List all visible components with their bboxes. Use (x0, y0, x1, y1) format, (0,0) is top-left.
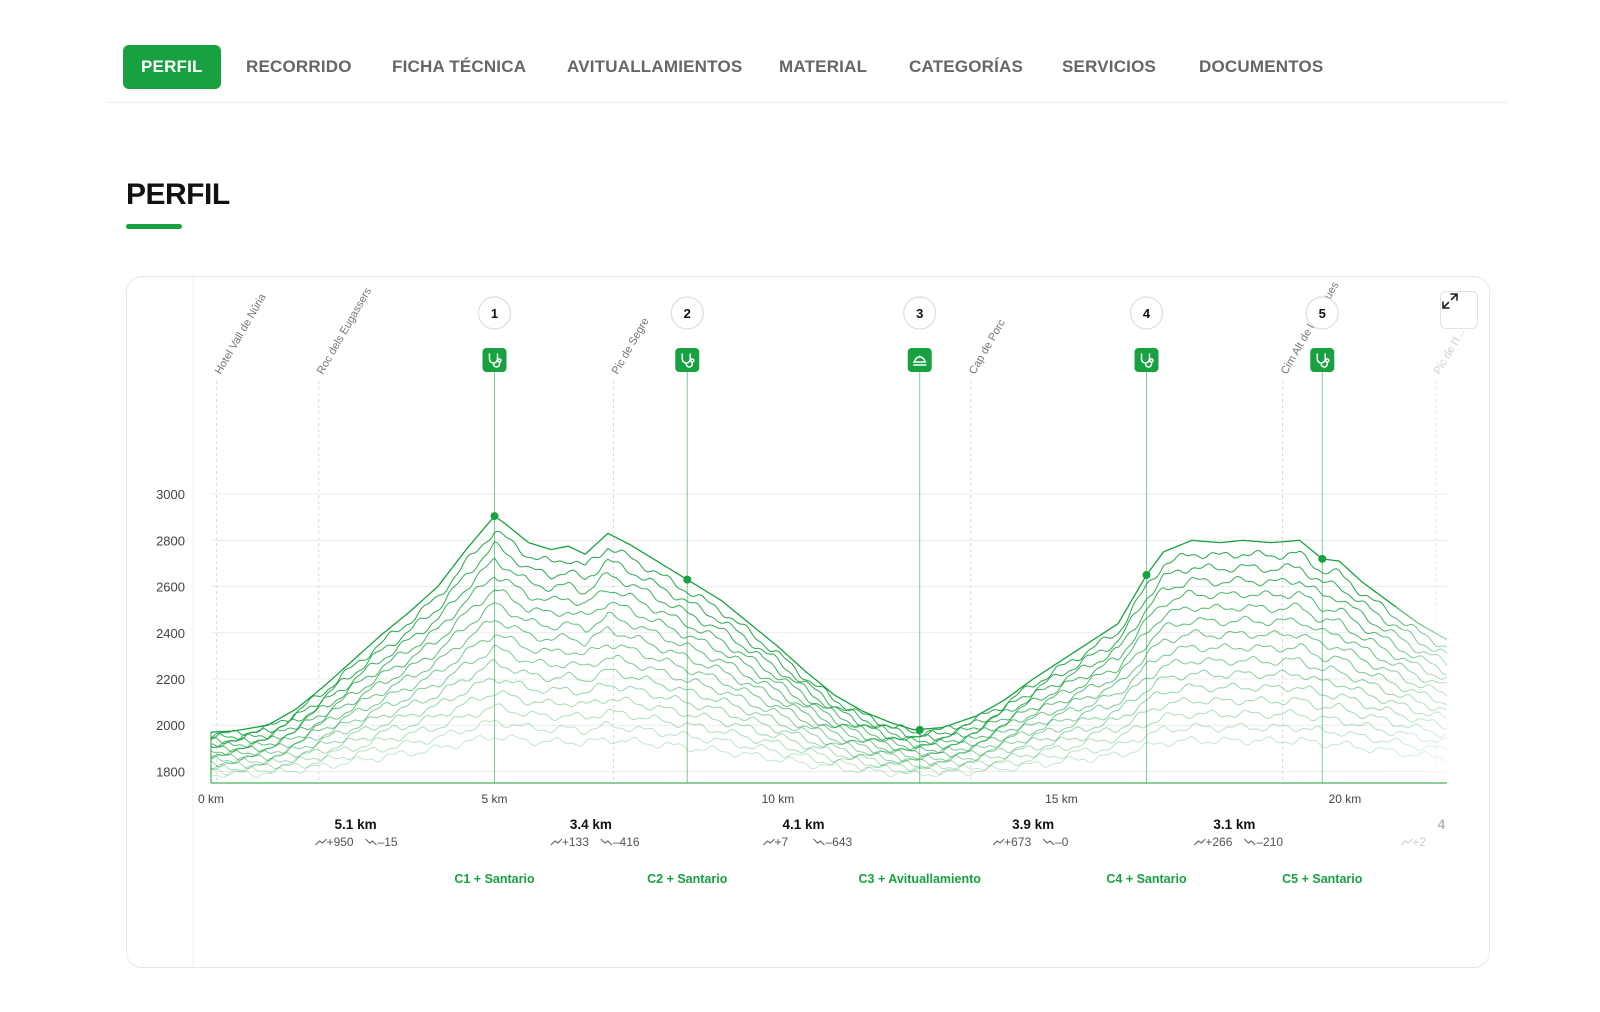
checkpoint-number: 2 (684, 306, 691, 321)
ascent-icon (315, 838, 327, 846)
segment-ascent: +7 (774, 835, 788, 849)
title-underline (126, 224, 182, 229)
checkpoint-icon-badge (1134, 348, 1159, 372)
segment-stat: 4.1 km +7 –643 (763, 817, 853, 849)
segment-descent: –416 (613, 835, 640, 849)
segment-descent: –643 (825, 835, 852, 849)
checkpoints: 1 C1 + Santario 2 C2 + Santario 3 C3 + Avitua… (454, 296, 1363, 886)
checkpoint-label: C4 + Santario (1106, 872, 1187, 886)
y-tick-label: 2600 (156, 580, 185, 595)
tab-documentos[interactable]: DOCUMENTOS (1199, 45, 1323, 89)
descent-icon (1244, 838, 1256, 846)
checkpoint-label: C3 + Avituallamiento (859, 872, 982, 886)
y-tick-label: 1800 (156, 764, 185, 779)
segment-distance: 3.1 km (1213, 817, 1255, 832)
descent-icon (600, 838, 613, 846)
elevation-ridge-line (210, 589, 1448, 749)
x-tick-label: 5 km (481, 792, 507, 806)
elevation-ridge-line (210, 515, 1448, 733)
segment-distance: 3.9 km (1012, 817, 1054, 832)
segment-ascent: +950 (327, 835, 354, 849)
checkpoint-icon-badge (675, 348, 700, 372)
waypoint-labels: Hotel Vall de Núria Roc dels Eugassers Pic… (213, 280, 1468, 377)
tab-avituallamientos[interactable]: AVITUALLAMIENTOS (567, 45, 742, 89)
page-title: PERFIL (126, 178, 230, 211)
elevation-ridge-line (210, 644, 1448, 761)
checkpoint-marker (915, 725, 924, 734)
checkpoint-icon-badge (1310, 348, 1335, 372)
y-tick-label: 2000 (156, 718, 185, 733)
y-tick-label: 3000 (156, 487, 185, 502)
descent-icon (1042, 838, 1055, 846)
elevation-ridge-line (210, 540, 1448, 741)
ascent-icon (1400, 838, 1413, 846)
tab-categorias[interactable]: CATEGORÍAS (909, 45, 1023, 89)
elevation-ridges (210, 515, 1448, 783)
checkpoint-label: C1 + Santario (454, 872, 535, 886)
tab-material[interactable]: MATERIAL (779, 45, 867, 89)
checkpoint-marker (490, 512, 499, 521)
ascent-icon (763, 838, 775, 846)
waypoint-label: Roc dels Eugassers (315, 285, 375, 376)
segment-ascent: +2 (1412, 835, 1426, 849)
segment-distance: 4.1 km (782, 817, 824, 832)
ascent-icon (550, 838, 563, 846)
descent-icon (813, 838, 825, 846)
y-tick-label: 2400 (156, 626, 185, 641)
segment-distance: 4 (1438, 817, 1446, 832)
y-tick-label: 2200 (156, 672, 185, 687)
segment-stat: 3.1 km +266 –210 (1194, 817, 1283, 849)
checkpoint-number: 1 (491, 306, 498, 321)
segment-ascent: +673 (1004, 835, 1031, 849)
segment-stat: 5.1 km +950 –15 (315, 817, 398, 849)
segment-distance: 3.4 km (570, 817, 612, 832)
elevation-ridge-line (210, 620, 1448, 756)
segment-descent: –0 (1055, 835, 1069, 849)
x-axis: 0 km 5 km 10 km 15 km 20 km (198, 792, 1361, 806)
x-tick-label: 20 km (1329, 792, 1362, 806)
right-fade (1367, 607, 1489, 797)
checkpoint-label: C5 + Santario (1282, 872, 1363, 886)
checkpoint-marker (1318, 554, 1327, 563)
segment-ascent: +133 (562, 835, 589, 849)
y-axis: 1800 2000 2200 2400 2600 2800 3000 (156, 487, 185, 779)
tab-perfil[interactable]: PERFIL (123, 45, 221, 89)
segment-stats: 5.1 km +950 –15 3.4 km +133 –416 4.1 km +7 –643 3… (315, 817, 1446, 849)
tab-servicios[interactable]: SERVICIOS (1062, 45, 1156, 89)
checkpoint-icon-badge (482, 348, 507, 372)
checkpoint-number: 5 (1319, 306, 1326, 321)
segment-ascent: +266 (1205, 835, 1232, 849)
checkpoint-icon-badge (907, 348, 932, 372)
waypoint-label: Cap de Porc (967, 317, 1008, 376)
checkpoint-number: 4 (1143, 306, 1151, 321)
descent-icon (365, 838, 377, 846)
section-tabs: PERFIL RECORRIDO FICHA TÉCNICA AVITUALLA… (107, 44, 1507, 103)
checkpoint-marker (1142, 571, 1151, 579)
segment-descent: –210 (1256, 835, 1283, 849)
ascent-icon (992, 838, 1005, 846)
x-tick-label: 0 km (198, 792, 224, 806)
waypoint-label: Pic de Segre (610, 316, 652, 377)
checkpoint-marker (683, 575, 692, 584)
elevation-profile-chart[interactable]: 1800200022002400260028003000 0 km 5 km 10 … (127, 277, 1489, 967)
segment-stat: 4 +2 (1400, 817, 1446, 849)
x-tick-label: 15 km (1045, 792, 1078, 806)
tab-ficha-tecnica[interactable]: FICHA TÉCNICA (392, 45, 526, 89)
y-tick-label: 2800 (156, 533, 185, 548)
waypoint-label: Pic de l'I... (1432, 327, 1468, 377)
segment-stat: 3.4 km +133 –416 (550, 817, 640, 849)
x-tick-label: 10 km (762, 792, 795, 806)
tab-recorrido[interactable]: RECORRIDO (246, 45, 352, 89)
waypoint-label: Hotel Vall de Núria (213, 291, 269, 376)
segment-descent: –15 (378, 835, 398, 849)
ascent-icon (1194, 838, 1206, 846)
segment-stat: 3.9 km +673 –0 (992, 817, 1069, 849)
checkpoint-number: 3 (916, 306, 923, 321)
checkpoint-label: C2 + Santario (647, 872, 728, 886)
expand-icon (1442, 293, 1458, 309)
segment-distance: 5.1 km (335, 817, 377, 832)
expand-button[interactable] (1440, 291, 1478, 329)
profile-card: 1800 2000 2200 2400 2600 2800 3000 0 km 5 km 10 … (126, 276, 1490, 968)
